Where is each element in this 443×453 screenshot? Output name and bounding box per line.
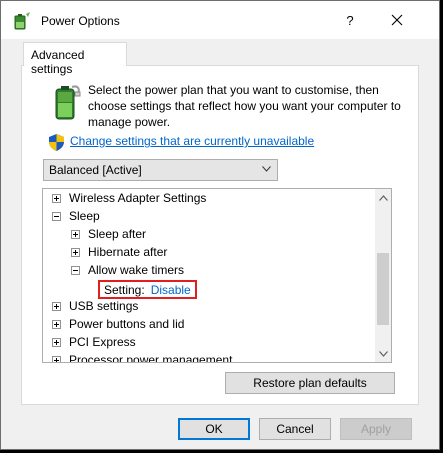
collapse-icon[interactable]: [52, 211, 61, 221]
tree-item-allow-wake-timers[interactable]: Allow wake timers: [71, 261, 184, 279]
power-options-icon: [14, 12, 30, 30]
setting-label: Setting:: [104, 282, 145, 297]
battery-icon: [55, 85, 81, 120]
window-title: Power Options: [41, 14, 120, 28]
tree-item-label: Sleep after: [88, 227, 147, 241]
close-button[interactable]: [374, 1, 420, 39]
expand-icon[interactable]: [71, 229, 80, 239]
title-bar: Power Options ?: [1, 1, 439, 39]
change-unavailable-settings-link[interactable]: Change settings that are currently unava…: [70, 134, 314, 148]
expand-icon[interactable]: [52, 319, 61, 329]
tree-item-label: Wireless Adapter Settings: [69, 191, 207, 205]
expand-icon[interactable]: [52, 301, 61, 311]
expand-icon[interactable]: [71, 247, 80, 257]
collapse-icon[interactable]: [71, 265, 80, 275]
tree-item-power-buttons-and-lid[interactable]: Power buttons and lid: [52, 315, 184, 333]
cancel-button[interactable]: Cancel: [259, 418, 331, 440]
expand-icon[interactable]: [52, 193, 61, 203]
tree-item-usb-settings[interactable]: USB settings: [52, 297, 138, 315]
power-options-window: Power Options ? Advanced settings Select…: [0, 0, 440, 450]
tree-item-sleep-after[interactable]: Sleep after: [71, 225, 146, 243]
setting-value-dropdown[interactable]: Disable: [151, 283, 191, 297]
advanced-settings-panel: Select the power plan that you want to c…: [21, 65, 419, 405]
tree-item-label: Sleep: [69, 209, 100, 223]
tree-item-pci-express[interactable]: PCI Express: [52, 333, 136, 351]
expand-icon[interactable]: [52, 337, 61, 347]
chevron-up-icon: [378, 194, 388, 201]
scrollbar-thumb[interactable]: [377, 253, 389, 325]
close-icon: [391, 14, 403, 26]
settings-tree-list: Wireless Adapter Settings Sleep Sleep af…: [43, 189, 375, 362]
power-plan-select-value: Balanced [Active]: [49, 163, 142, 177]
chevron-down-icon: [378, 350, 388, 357]
tree-item-wireless-adapter-settings[interactable]: Wireless Adapter Settings: [52, 189, 206, 207]
tree-item-label: Power buttons and lid: [69, 317, 185, 331]
tab-advanced-settings[interactable]: Advanced settings: [23, 42, 127, 76]
ok-button[interactable]: OK: [178, 418, 250, 440]
instructions-text: Select the power plan that you want to c…: [88, 83, 401, 129]
tree-item-label: USB settings: [69, 299, 139, 313]
uac-shield-icon: [49, 134, 64, 151]
power-plan-select[interactable]: Balanced [Active]: [43, 159, 278, 181]
scroll-down-button[interactable]: [375, 345, 391, 362]
tree-item-label: Processor power management: [69, 353, 233, 362]
tree-scrollbar[interactable]: [375, 189, 391, 362]
settings-tree[interactable]: Wireless Adapter Settings Sleep Sleep af…: [42, 188, 392, 363]
restore-plan-defaults-button[interactable]: Restore plan defaults: [225, 372, 395, 394]
apply-button[interactable]: Apply: [340, 418, 412, 440]
tree-item-processor-power-management[interactable]: Processor power management: [52, 351, 232, 362]
scroll-up-button[interactable]: [375, 189, 391, 206]
tree-item-hibernate-after[interactable]: Hibernate after: [71, 243, 167, 261]
chevron-down-icon: [262, 166, 271, 172]
expand-icon[interactable]: [52, 355, 61, 362]
tree-item-label: Allow wake timers: [88, 263, 185, 277]
tree-item-sleep[interactable]: Sleep: [52, 207, 100, 225]
tree-item-label: PCI Express: [69, 335, 136, 349]
help-button[interactable]: ?: [327, 1, 373, 39]
tree-item-label: Hibernate after: [88, 245, 168, 259]
